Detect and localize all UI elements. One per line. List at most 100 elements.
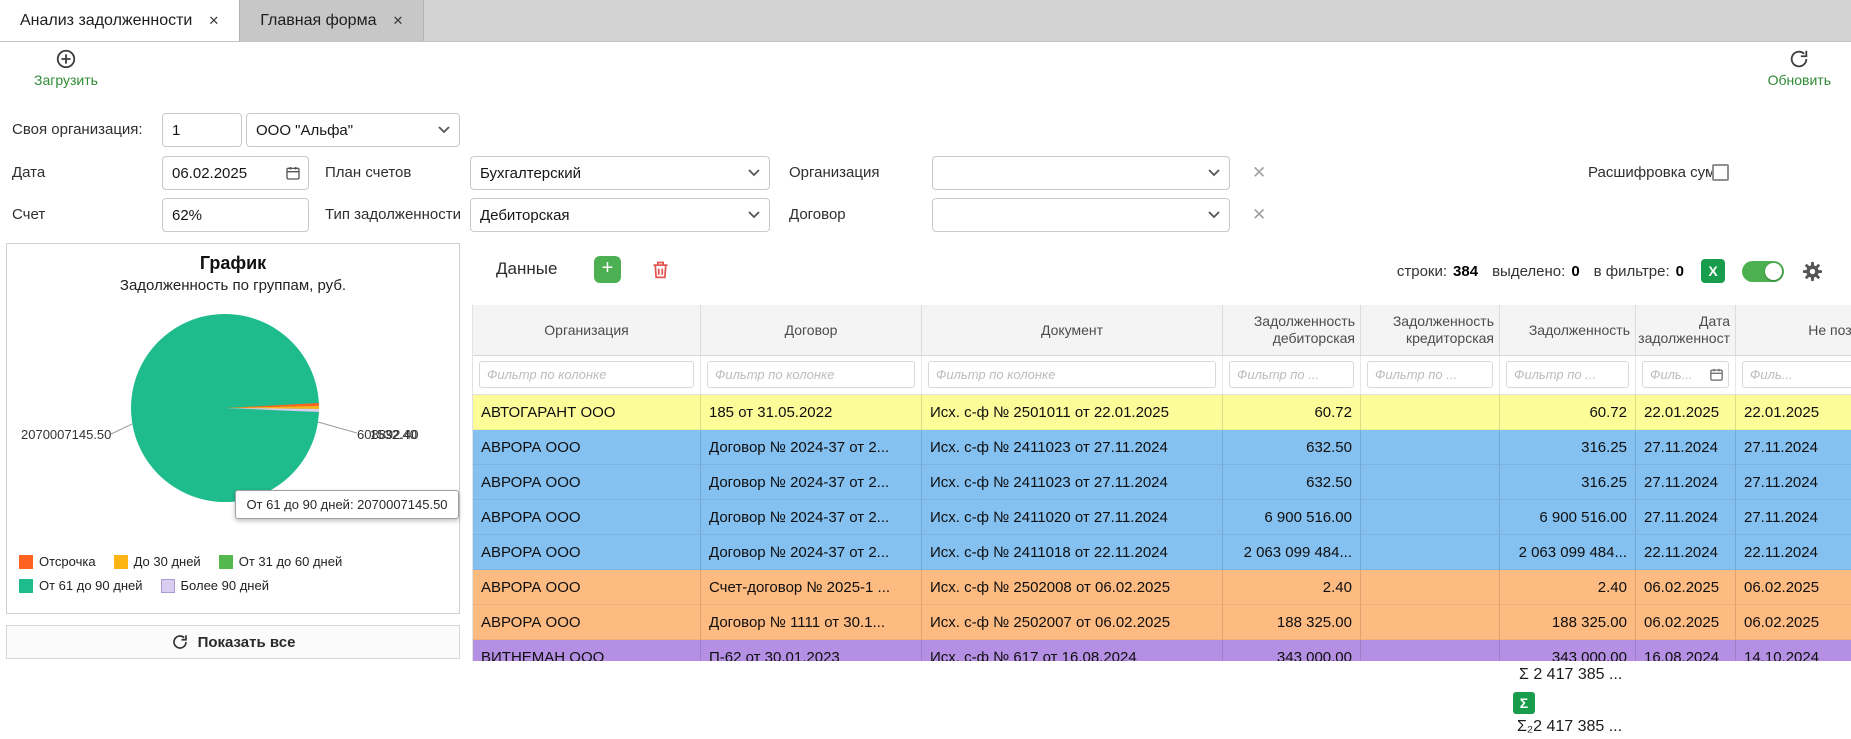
column-filter-input-1[interactable] xyxy=(479,361,694,388)
chart-title: График xyxy=(7,253,459,274)
table-cell xyxy=(1361,535,1500,570)
decode-sum-checkbox[interactable] xyxy=(1712,164,1729,181)
table-cell: 60.72 xyxy=(1500,395,1636,430)
column-header-3[interactable]: Документ xyxy=(922,305,1223,355)
table-row[interactable]: АВРОРА ОООСчет-договор № 2025-1 ...Исх. … xyxy=(473,570,1851,605)
legend-item[interactable]: Более 90 дней xyxy=(161,578,269,593)
column-header-8[interactable]: Не поздне xyxy=(1736,305,1851,355)
column-filter-input-6[interactable] xyxy=(1506,361,1629,388)
decode-sum-label: Расшифровка сум... xyxy=(1588,156,1728,190)
date-field xyxy=(162,156,309,190)
table-cell xyxy=(1361,640,1500,661)
show-all-button[interactable]: Показать все xyxy=(6,625,460,659)
column-filter-input-2[interactable] xyxy=(707,361,915,388)
own-org-label: Своя организация: xyxy=(12,113,143,147)
accounts-plan-label: План счетов xyxy=(325,156,411,190)
own-org-code-input[interactable] xyxy=(162,113,242,147)
excel-export-icon[interactable]: X xyxy=(1701,259,1725,283)
account-input[interactable] xyxy=(162,198,309,232)
column-header-7[interactable]: Дата задолженност xyxy=(1636,305,1736,355)
table-cell xyxy=(1361,395,1500,430)
tab-close-icon[interactable]: ✕ xyxy=(392,13,403,29)
table-cell: П-62 от 30.01.2023 xyxy=(701,640,922,661)
organization-label: Организация xyxy=(789,156,879,190)
organization-select[interactable] xyxy=(932,156,1230,190)
column-sum-line-2: Σ₂2 417 385 ... xyxy=(1517,718,1622,736)
tab-main-form[interactable]: Главная форма ✕ xyxy=(240,0,424,41)
calendar-icon[interactable] xyxy=(1709,367,1724,382)
table-cell: 632.50 xyxy=(1223,465,1361,500)
debt-type-label: Тип задолженности xyxy=(325,198,461,232)
organization-clear-icon[interactable]: ✕ xyxy=(1252,156,1266,190)
refresh-button[interactable]: Обновить xyxy=(1768,48,1831,88)
load-button[interactable]: Загрузить xyxy=(34,48,98,88)
grid-header-row: ОрганизацияДоговорДокументЗадолженность … xyxy=(473,305,1851,356)
table-cell: 06.02.2025 xyxy=(1636,570,1736,605)
rows-label: строки: xyxy=(1397,263,1447,280)
table-row[interactable]: АВРОРА ОООДоговор № 2024-37 от 2...Исх. … xyxy=(473,500,1851,535)
table-row[interactable]: АВРОРА ОООДоговор № 1111 от 30.1...Исх. … xyxy=(473,605,1851,640)
own-org-select[interactable]: ООО "Альфа" xyxy=(246,113,460,147)
add-row-button[interactable]: + xyxy=(594,256,621,283)
table-cell: 16.08.2024 xyxy=(1636,640,1736,661)
chart-panel: График Задолженность по группам, руб. 20… xyxy=(6,243,460,614)
column-header-1[interactable]: Организация xyxy=(473,305,701,355)
legend-item[interactable]: До 30 дней xyxy=(114,554,201,569)
table-cell: 188 325.00 xyxy=(1500,605,1636,640)
legend-label: Более 90 дней xyxy=(181,578,269,593)
column-filter-input-8[interactable] xyxy=(1742,361,1851,388)
table-cell: АВРОРА ООО xyxy=(473,430,701,465)
table-row[interactable]: АВРОРА ОООДоговор № 2024-37 от 2...Исх. … xyxy=(473,535,1851,570)
table-row[interactable]: АВРОРА ОООДоговор № 2024-37 от 2...Исх. … xyxy=(473,430,1851,465)
account-label: Счет xyxy=(12,198,45,232)
pie-chart[interactable] xyxy=(7,304,459,519)
pie-tooltip: От 61 до 90 дней: 2070007145.50 xyxy=(235,490,459,519)
settings-gear-icon[interactable] xyxy=(1801,260,1824,283)
legend-label: До 30 дней xyxy=(134,554,201,569)
table-cell: Договор № 1111 от 30.1... xyxy=(701,605,922,640)
table-row[interactable]: АВРОРА ОООДоговор № 2024-37 от 2...Исх. … xyxy=(473,465,1851,500)
debt-type-select[interactable]: Дебиторская xyxy=(470,198,770,232)
table-cell: 2.40 xyxy=(1223,570,1361,605)
table-cell: 27.11.2024 xyxy=(1636,500,1736,535)
pie-label-right-2: 1532.40 xyxy=(370,427,417,442)
contract-clear-icon[interactable]: ✕ xyxy=(1252,198,1266,232)
column-filter-input-3[interactable] xyxy=(928,361,1216,388)
table-cell: АВРОРА ООО xyxy=(473,500,701,535)
load-circle-plus-icon xyxy=(55,48,77,70)
legend-item[interactable]: Отсрочка xyxy=(19,554,96,569)
table-cell: 06.02.2025 xyxy=(1636,605,1736,640)
tab-label: Анализ задолженности xyxy=(20,12,192,30)
tab-debt-analysis[interactable]: Анализ задолженности ✕ xyxy=(0,0,240,41)
table-cell: Договор № 2024-37 от 2... xyxy=(701,430,922,465)
legend-item[interactable]: От 61 до 90 дней xyxy=(19,578,143,593)
own-org-select-value: ООО "Альфа" xyxy=(256,122,353,139)
filter-cell xyxy=(922,356,1223,394)
column-filter-input-5[interactable] xyxy=(1367,361,1493,388)
delete-row-button[interactable] xyxy=(650,258,671,286)
contract-select[interactable] xyxy=(932,198,1230,232)
show-all-label: Показать все xyxy=(198,634,296,651)
table-row[interactable]: ВИТНЕМАН ОООП-62 от 30.01.2023Исх. с-ф №… xyxy=(473,640,1851,661)
column-header-5[interactable]: Задолженность кредиторская xyxy=(1361,305,1500,355)
sum-badge-icon[interactable]: Σ xyxy=(1513,692,1535,714)
tab-close-icon[interactable]: ✕ xyxy=(208,13,219,29)
accounts-plan-select[interactable]: Бухгалтерский xyxy=(470,156,770,190)
legend-item[interactable]: От 31 до 60 дней xyxy=(219,554,343,569)
table-cell: ВИТНЕМАН ООО xyxy=(473,640,701,661)
selected-label: выделено: xyxy=(1492,263,1565,280)
table-cell: 185 от 31.05.2022 xyxy=(701,395,922,430)
rows-count: 384 xyxy=(1453,263,1478,280)
chevron-down-icon xyxy=(1208,211,1220,219)
column-header-6[interactable]: Задолженность xyxy=(1500,305,1636,355)
table-cell: 27.11.2024 xyxy=(1736,465,1851,500)
column-filter-input-4[interactable] xyxy=(1229,361,1354,388)
table-cell: 2.40 xyxy=(1500,570,1636,605)
table-cell: 343 000.00 xyxy=(1500,640,1636,661)
color-toggle-switch[interactable] xyxy=(1742,261,1784,282)
calendar-icon[interactable] xyxy=(285,165,301,181)
legend-swatch xyxy=(161,579,175,593)
column-header-4[interactable]: Задолженность дебиторская xyxy=(1223,305,1361,355)
table-row[interactable]: АВТОГАРАНТ ООО185 от 31.05.2022Исх. с-ф … xyxy=(473,395,1851,430)
column-header-2[interactable]: Договор xyxy=(701,305,922,355)
